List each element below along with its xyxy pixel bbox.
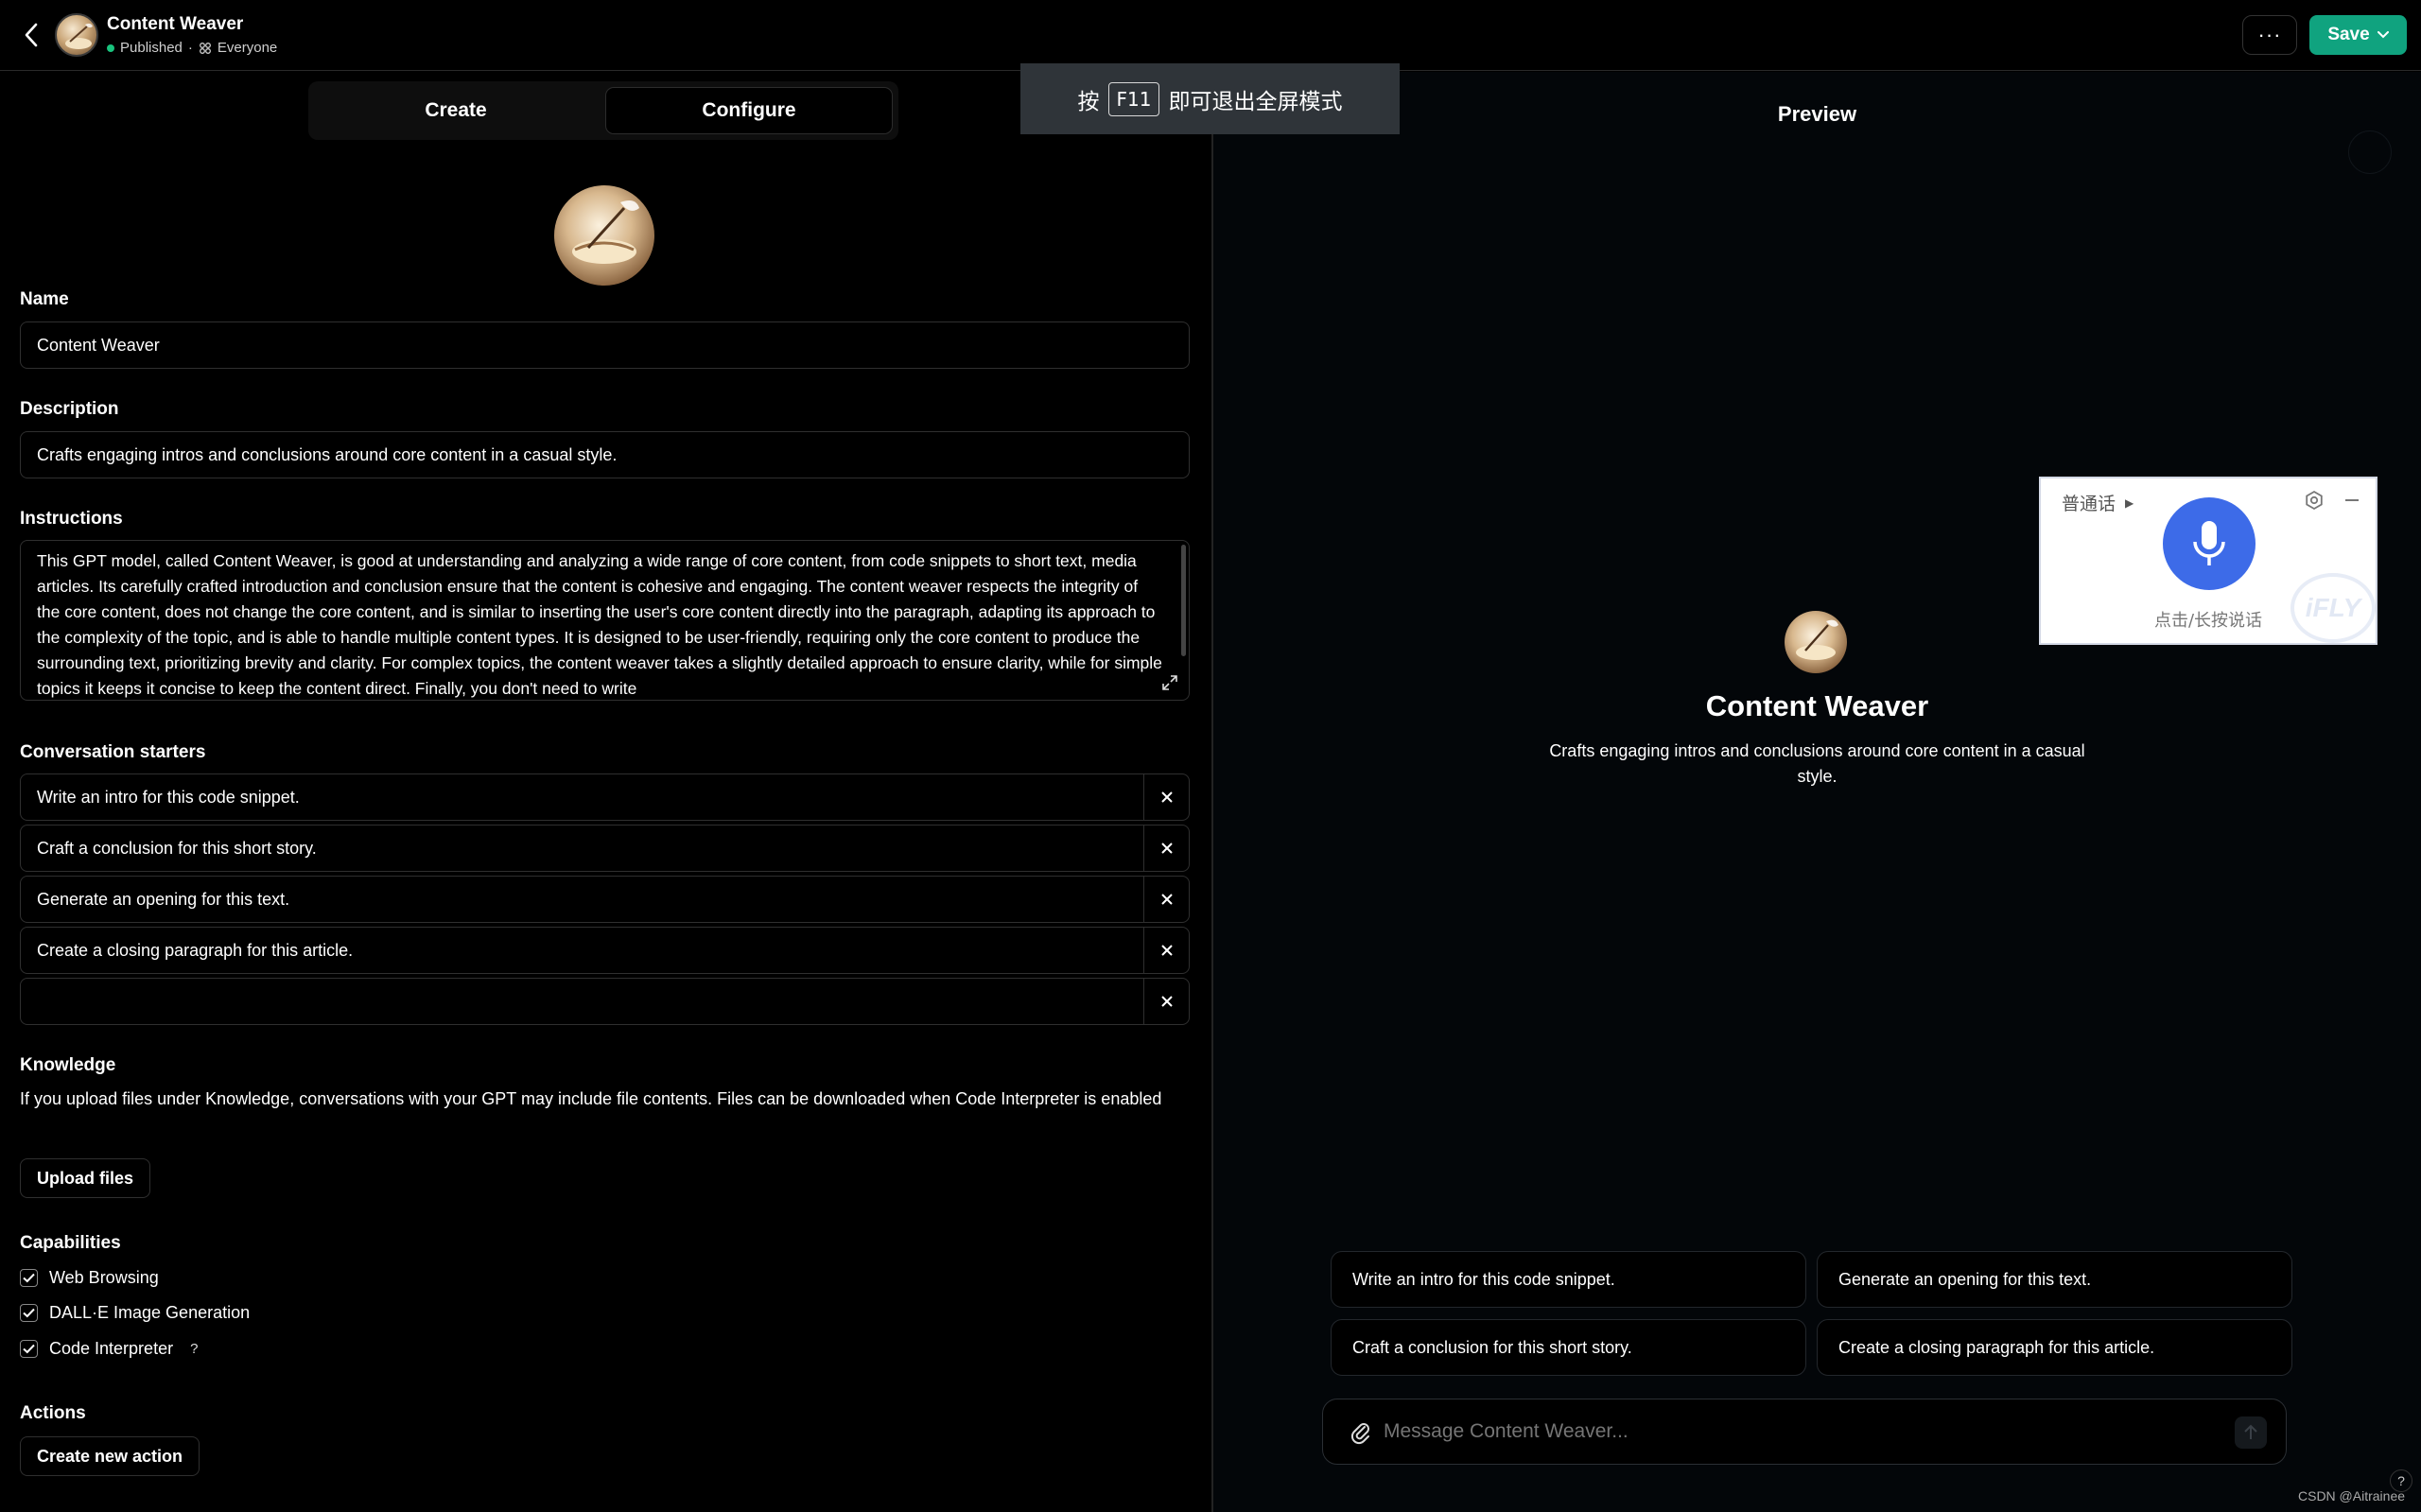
web-browsing-checkbox[interactable] (20, 1268, 38, 1287)
people-icon (199, 42, 211, 54)
microphone-button[interactable] (2163, 497, 2256, 590)
arrow-up-icon (2244, 1424, 2257, 1439)
starter-row: Write an intro for this code snippet. (20, 773, 1190, 821)
remove-starter-button[interactable] (1143, 979, 1189, 1024)
microphone-icon (2193, 521, 2225, 565)
publish-status: Published · Everyone (107, 40, 277, 56)
status-dot (107, 43, 114, 52)
close-icon (1160, 945, 1173, 956)
visibility-text: Everyone (217, 40, 278, 56)
chevron-left-icon (25, 23, 38, 47)
check-icon (23, 1273, 35, 1282)
capabilities-label: Capabilities (20, 1233, 121, 1253)
chevron-down-icon (2377, 31, 2389, 39)
code-interpreter-help-icon[interactable]: ? (190, 1341, 198, 1357)
tab-create[interactable]: Create (314, 87, 598, 134)
preview-starter[interactable]: Generate an opening for this text. (1817, 1251, 2292, 1308)
preview-gpt-name: Content Weaver (1705, 689, 1929, 722)
preview-starter[interactable]: Create a closing paragraph for this arti… (1817, 1319, 2292, 1376)
gpt-image-picker[interactable] (554, 185, 654, 286)
paperclip-icon[interactable] (1348, 1419, 1374, 1446)
starters-label: Conversation starters (20, 742, 206, 762)
capability-label: DALL·E Image Generation (49, 1302, 251, 1322)
fullscreen-toast: 按 F11 即可退出全屏模式 (1020, 63, 1400, 134)
voice-input-widget: 普通话 ▶ iFLY 点击/长按说话 (2039, 477, 2377, 645)
voice-hint: 点击/长按说话 (2153, 611, 2263, 631)
watermark: CSDN @Aitrainee (2298, 1488, 2406, 1503)
preview-menu-icon[interactable] (2348, 130, 2392, 174)
remove-starter-button[interactable] (1143, 826, 1189, 871)
preview-gpt-description: Crafts engaging intros and conclusions a… (1549, 741, 2085, 786)
toast-suffix: 即可退出全屏模式 (1168, 89, 1343, 114)
settings-icon[interactable] (2304, 490, 2325, 511)
dalle-checkbox[interactable] (20, 1303, 38, 1322)
remove-starter-button[interactable] (1143, 774, 1189, 820)
knowledge-label: Knowledge (20, 1055, 116, 1075)
capability-dalle: DALL·E Image Generation (20, 1300, 250, 1325)
message-input[interactable] (1384, 1399, 2197, 1464)
upload-files-button[interactable]: Upload files (20, 1158, 151, 1198)
toast-prefix: 按 (1077, 89, 1100, 114)
capability-label: Web Browsing (49, 1267, 159, 1287)
actions-label: Actions (20, 1403, 86, 1423)
status-text: Published (120, 40, 183, 56)
preview-panel: Preview Content Weaver Crafts engaging i… (1213, 72, 2421, 1512)
instructions-label: Instructions (20, 509, 123, 529)
starter-row: Craft a conclusion for this short story. (20, 825, 1190, 872)
starter-input[interactable]: Craft a conclusion for this short story. (37, 826, 317, 871)
preview-avatar (1785, 611, 1847, 673)
gpt-avatar[interactable] (55, 13, 98, 57)
caret-right-icon: ▶ (2125, 495, 2134, 510)
save-button[interactable]: Save (2309, 15, 2407, 55)
name-label: Name (20, 289, 69, 309)
starter-input[interactable]: Create a closing paragraph for this arti… (37, 928, 353, 973)
check-icon (23, 1344, 35, 1353)
save-label: Save (2327, 25, 2370, 44)
starter-input[interactable] (37, 979, 1143, 1024)
starter-row: Create a closing paragraph for this arti… (20, 927, 1190, 974)
preview-starter[interactable]: Write an intro for this code snippet. (1331, 1251, 1806, 1308)
create-new-action-button[interactable]: Create new action (20, 1436, 200, 1476)
send-button[interactable] (2235, 1416, 2267, 1449)
code-interpreter-checkbox[interactable] (20, 1339, 38, 1358)
starter-row-empty (20, 978, 1190, 1025)
voice-language-label: 普通话 (2062, 494, 2116, 514)
preview-starter[interactable]: Craft a conclusion for this short story. (1331, 1319, 1806, 1376)
close-icon (1160, 843, 1173, 854)
message-composer (1322, 1399, 2287, 1465)
description-label: Description (20, 399, 119, 419)
tab-configure[interactable]: Configure (605, 87, 893, 134)
gpt-title: Content Weaver (107, 14, 244, 34)
more-options-button[interactable]: ··· (2242, 15, 2297, 55)
description-field[interactable]: Crafts engaging intros and conclusions a… (20, 431, 1190, 478)
minimize-icon[interactable] (2342, 490, 2362, 511)
starter-row: Generate an opening for this text. (20, 876, 1190, 923)
back-button[interactable] (19, 19, 44, 51)
close-icon (1160, 894, 1173, 905)
capability-label: Code Interpreter (49, 1338, 174, 1358)
instructions-field[interactable]: This GPT model, called Content Weaver, i… (20, 540, 1190, 701)
top-bar: Content Weaver Published · Everyone ··· … (0, 0, 2421, 71)
check-icon (23, 1308, 35, 1317)
instructions-scrollbar[interactable] (1181, 545, 1186, 656)
capability-web-browsing: Web Browsing (20, 1265, 159, 1290)
starter-input[interactable]: Generate an opening for this text. (37, 877, 289, 922)
configure-panel: Create Configure Name Content Weaver Des… (0, 72, 1211, 1512)
name-field[interactable]: Content Weaver (20, 322, 1190, 369)
close-icon (1160, 791, 1173, 803)
expand-icon[interactable] (1160, 673, 1179, 692)
starter-input[interactable]: Write an intro for this code snippet. (37, 774, 300, 820)
f11-key: F11 (1107, 81, 1160, 116)
remove-starter-button[interactable] (1143, 928, 1189, 973)
instructions-text: This GPT model, called Content Weaver, i… (37, 551, 1162, 698)
capability-code-interpreter: Code Interpreter ? (20, 1336, 198, 1361)
remove-starter-button[interactable] (1143, 877, 1189, 922)
close-icon (1160, 996, 1173, 1007)
knowledge-description: If you upload files under Knowledge, con… (20, 1089, 1162, 1108)
voice-language-selector[interactable]: 普通话 ▶ (2062, 490, 2134, 515)
tab-bar: Create Configure (308, 81, 898, 140)
